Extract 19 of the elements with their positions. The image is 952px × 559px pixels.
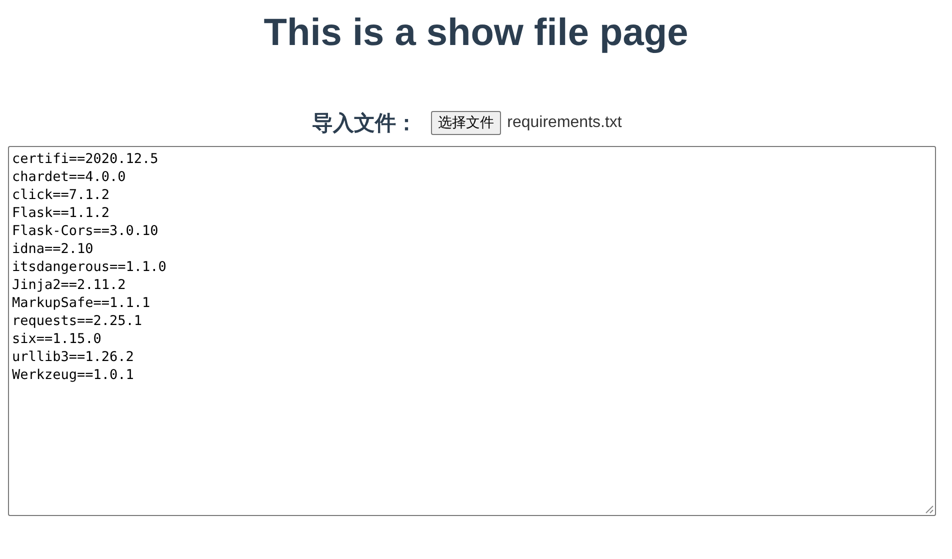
file-name: requirements.txt (507, 114, 622, 132)
file-line: Jinja2==2.11.2 (12, 276, 127, 294)
file-line: itsdangerous==1.1.0 (12, 258, 168, 276)
file-line: requests==2.25.1 (12, 312, 144, 330)
file-content-textarea[interactable] (8, 146, 936, 516)
file-line: idna==2.10 (12, 240, 94, 258)
file-line: urllib3==1.26.2 (12, 348, 135, 366)
file-line: certifi==2020.12.5 (12, 150, 160, 168)
file-line: chardet==4.0.0 (12, 168, 127, 186)
file-line: Flask==1.1.2 (12, 204, 111, 222)
file-line: Werkzeug==1.0.1 (12, 366, 135, 384)
choose-file-button[interactable]: 选择文件 (431, 111, 502, 135)
file-line: click==7.1.2 (12, 186, 111, 204)
file-line: Flask-Cors==3.0.10 (12, 222, 160, 240)
resize-handle-icon[interactable] (924, 504, 934, 514)
import-label: 导入文件： (312, 111, 418, 137)
file-line: six==1.15.0 (12, 330, 102, 348)
file-line: MarkupSafe==1.1.1 (12, 294, 152, 312)
page-title: This is a show file page (262, 11, 690, 56)
